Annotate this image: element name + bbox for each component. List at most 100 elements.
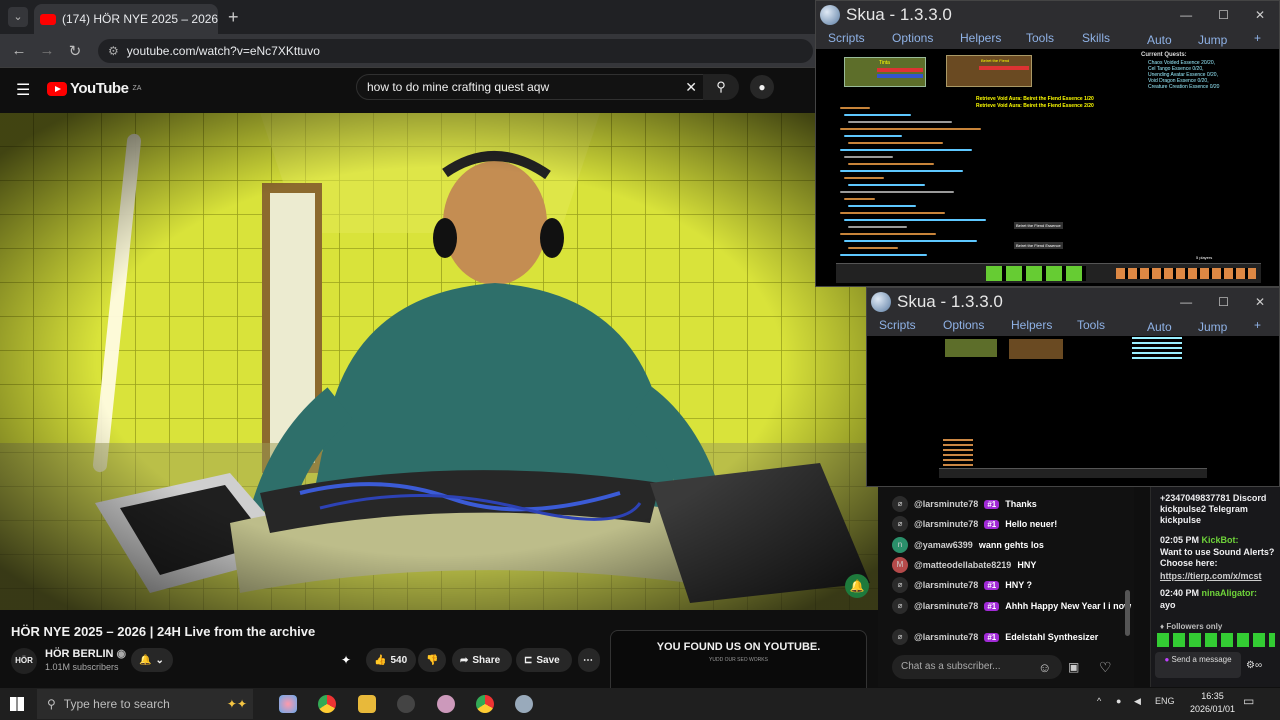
- menu-tools[interactable]: Tools: [1026, 31, 1054, 45]
- more-actions-button[interactable]: ⋯: [578, 648, 600, 672]
- share-button[interactable]: ➦ Share: [452, 648, 512, 672]
- menu-add[interactable]: +: [1254, 318, 1261, 332]
- action-bar[interactable]: [939, 468, 1207, 478]
- menu-options[interactable]: Options: [892, 31, 933, 45]
- tab-search-dropdown[interactable]: ⌄: [8, 7, 28, 27]
- menu-helpers[interactable]: Helpers: [960, 31, 1001, 45]
- user-avatar[interactable]: M: [892, 557, 908, 573]
- skua-window-main: Skua - 1.3.3.0 — ☐ ✕ Scripts Options Hel…: [815, 0, 1280, 287]
- youtube-logo[interactable]: YouTube ZA: [47, 80, 141, 97]
- chat-username[interactable]: @larsminute78: [914, 519, 978, 529]
- copilot-icon[interactable]: [279, 695, 297, 713]
- drop-notification[interactable]: Beiret the Fiend Essence: [1014, 242, 1063, 249]
- chat-settings-icon[interactable]: ⚙∞: [1246, 660, 1262, 671]
- chrome-icon[interactable]: [318, 695, 336, 713]
- user-avatar[interactable]: ⌀: [892, 496, 908, 512]
- menu-helpers[interactable]: Helpers: [1011, 318, 1052, 332]
- heart-icon[interactable]: ♡: [1099, 659, 1112, 676]
- menu-jump[interactable]: Jump: [1198, 320, 1227, 334]
- menu-jump[interactable]: Jump: [1198, 33, 1227, 47]
- menu-auto[interactable]: Auto: [1147, 33, 1172, 47]
- microphone-tray-icon[interactable]: ●: [1116, 696, 1121, 706]
- reload-icon[interactable]: ↻: [66, 42, 84, 60]
- skua-taskbar-icon[interactable]: [515, 695, 533, 713]
- menu-icons[interactable]: [1116, 268, 1256, 279]
- send-message-input[interactable]: ● Send a message: [1155, 652, 1241, 678]
- file-explorer-icon[interactable]: [358, 695, 376, 713]
- skill-slots[interactable]: [986, 266, 1086, 281]
- maximize-button[interactable]: ☐: [1218, 8, 1229, 22]
- close-button[interactable]: ✕: [1255, 295, 1265, 309]
- channel-avatar[interactable]: HÖR: [11, 648, 37, 674]
- menu-tools[interactable]: Tools: [1077, 318, 1105, 332]
- chat-username[interactable]: @larsminute78: [914, 601, 978, 611]
- gift-icon[interactable]: ✦: [341, 653, 351, 667]
- player-portrait: Tinta: [844, 57, 926, 87]
- user-avatar[interactable]: ⌀: [892, 598, 908, 614]
- emoji-icon[interactable]: ☺: [1038, 660, 1051, 675]
- app-icon[interactable]: [437, 695, 455, 713]
- game-view[interactable]: [867, 336, 1279, 486]
- menu-auto[interactable]: Auto: [1147, 320, 1172, 334]
- notifications-icon[interactable]: ▭: [1243, 694, 1254, 708]
- windows-start-icon[interactable]: [10, 697, 24, 711]
- kickbot-username[interactable]: KickBot:: [1202, 535, 1239, 545]
- browser-tab[interactable]: (174) HÖR NYE 2025 – 2026 ✕: [34, 4, 218, 34]
- site-info-icon[interactable]: ⚙: [108, 44, 119, 58]
- speaker-icon[interactable]: ◀: [1134, 696, 1141, 707]
- taskbar-search[interactable]: ⚲ Type here to search ✦✦: [37, 689, 253, 719]
- chat-username[interactable]: @yamaw6399: [914, 540, 973, 550]
- chat-username[interactable]: ninaAligator:: [1202, 588, 1258, 598]
- menu-add[interactable]: +: [1254, 31, 1261, 45]
- user-avatar[interactable]: ⌀: [892, 629, 908, 645]
- chat-username[interactable]: @larsminute78: [914, 580, 978, 590]
- chrome-icon[interactable]: [476, 695, 494, 713]
- menu-scripts[interactable]: Scripts: [828, 31, 865, 45]
- user-avatar[interactable]: ⌀: [892, 516, 908, 532]
- combat-log: [943, 439, 973, 469]
- forward-icon[interactable]: →: [38, 42, 56, 59]
- menu-scripts[interactable]: Scripts: [879, 318, 916, 332]
- search-button[interactable]: ⚲: [703, 74, 739, 100]
- game-view[interactable]: Tinta Beiret the Fiend Current Quests: C…: [816, 49, 1279, 286]
- user-avatar[interactable]: n: [892, 537, 908, 553]
- close-button[interactable]: ✕: [1255, 8, 1265, 22]
- chat-username[interactable]: @larsminute78: [914, 499, 978, 509]
- notification-bell-icon[interactable]: 🔔: [845, 574, 869, 598]
- chat-input[interactable]: Chat as a subscriber...: [892, 655, 1062, 679]
- channel-name[interactable]: HÖR BERLIN ◉: [45, 647, 126, 660]
- back-icon[interactable]: ←: [10, 42, 28, 59]
- chat-scrollbar[interactable]: [1125, 590, 1130, 636]
- minimize-button[interactable]: —: [1180, 295, 1192, 309]
- subscription-bell-button[interactable]: 🔔 ⌄: [131, 648, 173, 672]
- maximize-button[interactable]: ☐: [1218, 295, 1229, 309]
- dislike-button[interactable]: 👎: [418, 648, 446, 672]
- drop-notification[interactable]: Beiret the Fiend Essence: [1014, 222, 1063, 229]
- like-button[interactable]: 👍 540: [366, 648, 416, 672]
- void-notice: Retrieve Void Aura: Beiret the Fiend Ess…: [976, 96, 1094, 102]
- chat-username[interactable]: @larsminute78: [914, 632, 978, 642]
- sound-alerts-link[interactable]: https://tierp.com/x/mcst: [1160, 571, 1262, 582]
- action-bar[interactable]: [836, 263, 1261, 283]
- minimize-button[interactable]: —: [1180, 8, 1192, 22]
- chat-username[interactable]: @matteodellabate8219: [914, 560, 1011, 570]
- menu-skills[interactable]: Skills: [1082, 31, 1110, 45]
- windows-taskbar: ⚲ Type here to search ✦✦ ^ ● ◀ ENG 16:35…: [0, 688, 1280, 720]
- tray-chevron-icon[interactable]: ^: [1097, 696, 1101, 706]
- save-button[interactable]: ⊏ Save: [516, 648, 572, 672]
- kickbot-message: Want to use Sound Alerts? Choose here:: [1160, 547, 1275, 568]
- system-clock[interactable]: 16:35 2026/01/01: [1190, 690, 1235, 716]
- address-bar[interactable]: ⚙ youtube.com/watch?v=eNc7XKttuvo: [98, 39, 813, 63]
- menu-options[interactable]: Options: [943, 318, 984, 332]
- video-player[interactable]: [0, 113, 878, 610]
- new-tab-button[interactable]: +: [228, 7, 239, 28]
- search-input[interactable]: how to do mine crafting quest aqw ✕: [356, 74, 706, 100]
- input-language[interactable]: ENG: [1155, 696, 1175, 706]
- user-avatar[interactable]: ⌀: [892, 577, 908, 593]
- menu-icon[interactable]: ☰: [16, 80, 30, 100]
- super-chat-icon[interactable]: ▣: [1068, 660, 1079, 674]
- app-icon[interactable]: [397, 695, 415, 713]
- clear-search-icon[interactable]: ✕: [685, 75, 697, 99]
- emote-bar[interactable]: [1157, 633, 1275, 647]
- voice-search-button[interactable]: ●: [750, 75, 774, 99]
